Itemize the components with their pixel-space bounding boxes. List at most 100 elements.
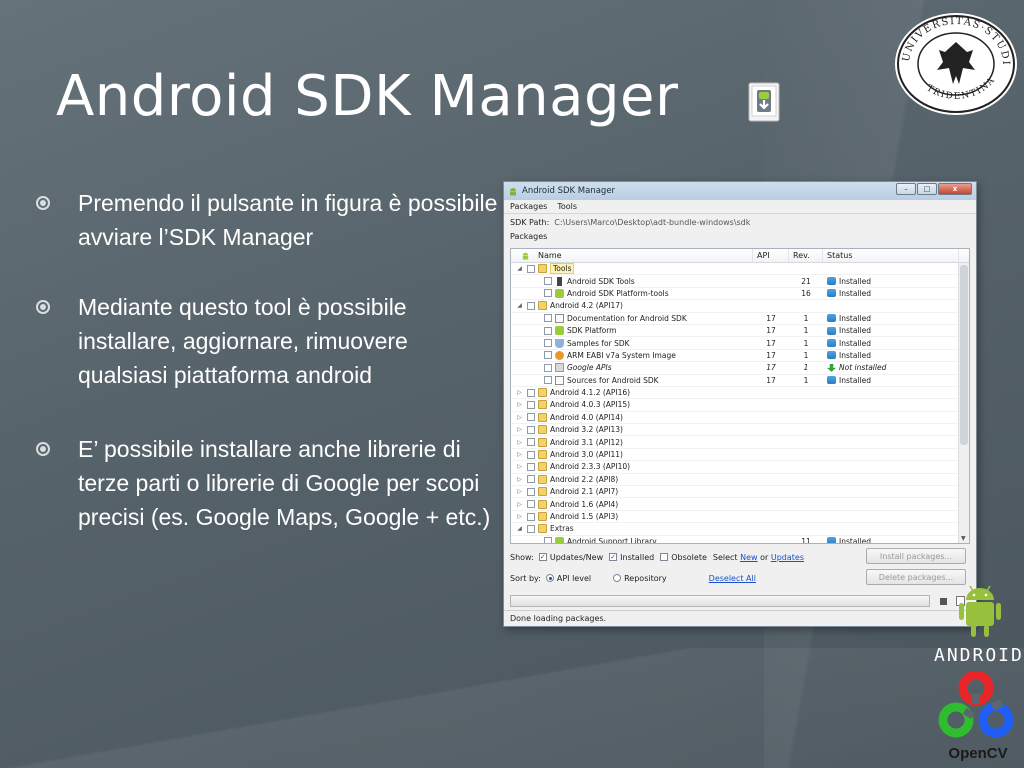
row-checkbox[interactable] — [544, 326, 552, 335]
row-checkbox[interactable] — [527, 500, 535, 509]
table-row[interactable]: ARM EABI v7a System Image 17 1 Installed — [511, 350, 959, 363]
column-header-rev[interactable]: Rev. — [789, 249, 823, 262]
column-header-name[interactable]: Name — [511, 249, 753, 262]
window-controls: – □ x — [896, 183, 972, 195]
row-checkbox[interactable] — [544, 339, 552, 348]
row-checkbox[interactable] — [544, 376, 552, 385]
updates-new-checkbox[interactable]: ✓ Updates/New — [538, 553, 603, 562]
vertical-scrollbar[interactable]: ▼ — [958, 263, 969, 543]
table-row[interactable]: Android Support Library 11 Installed — [511, 536, 959, 543]
folder-icon — [538, 512, 547, 521]
row-status-cell: Installed — [823, 326, 959, 335]
expand-arrow-icon[interactable]: ◢ — [515, 265, 524, 272]
row-name: Android 2.3.3 (API10) — [550, 462, 631, 472]
collapse-arrow-icon[interactable]: ▷ — [515, 426, 524, 433]
row-name-cell: Android SDK Tools — [511, 276, 753, 286]
row-checkbox[interactable] — [527, 487, 535, 496]
table-row[interactable]: Google APIs 17 1 Not installed — [511, 362, 959, 375]
table-row[interactable]: ▷ Android 4.0 (API14) — [511, 412, 959, 425]
row-checkbox[interactable] — [527, 264, 535, 273]
row-checkbox[interactable] — [544, 314, 552, 323]
bullet-item: Mediante questo tool è possibile install… — [36, 290, 498, 392]
maximize-button[interactable]: □ — [917, 183, 937, 195]
collapse-arrow-icon[interactable]: ▷ — [515, 501, 524, 508]
row-checkbox[interactable] — [527, 388, 535, 397]
install-packages-button[interactable]: Install packages... — [866, 548, 966, 564]
row-checkbox[interactable] — [527, 301, 535, 310]
select-updates-link[interactable]: Updates — [771, 553, 804, 562]
scroll-down-arrow-icon[interactable]: ▼ — [961, 535, 966, 542]
collapse-arrow-icon[interactable]: ▷ — [515, 414, 524, 421]
expand-arrow-icon[interactable]: ◢ — [515, 525, 524, 532]
close-button[interactable]: x — [938, 183, 972, 195]
collapse-arrow-icon[interactable]: ▷ — [515, 488, 524, 495]
table-row[interactable]: ▷ Android 2.2 (API8) — [511, 474, 959, 487]
android-wordmark: ANDROID — [934, 645, 1024, 666]
table-row[interactable]: ▷ Android 3.1 (API12) — [511, 436, 959, 449]
table-row[interactable]: ▷ Android 3.2 (API13) — [511, 424, 959, 437]
column-header-status[interactable]: Status — [823, 249, 959, 262]
table-row[interactable]: ▷ Android 1.6 (API4) — [511, 498, 959, 511]
table-row[interactable]: ▷ Android 4.0.3 (API15) — [511, 399, 959, 412]
collapse-arrow-icon[interactable]: ▷ — [515, 463, 524, 470]
row-checkbox[interactable] — [527, 462, 535, 471]
sdk-manager-launcher-icon — [748, 82, 780, 122]
column-header-api[interactable]: API — [753, 249, 789, 262]
row-checkbox[interactable] — [544, 537, 552, 543]
collapse-arrow-icon[interactable]: ▷ — [515, 439, 524, 446]
table-row[interactable]: ▷ Android 2.3.3 (API10) — [511, 461, 959, 474]
platform-icon — [555, 326, 564, 336]
row-status: Installed — [839, 326, 871, 336]
row-checkbox[interactable] — [544, 363, 552, 372]
row-api: 17 — [766, 326, 776, 336]
row-name: Extras — [550, 524, 574, 534]
table-row[interactable]: ▷ Android 1.5 (API3) — [511, 511, 959, 524]
table-row[interactable]: ◢ Extras — [511, 523, 959, 536]
installed-checkbox[interactable]: ✓ Installed — [609, 553, 654, 562]
menu-packages[interactable]: Packages — [510, 202, 547, 211]
collapse-arrow-icon[interactable]: ▷ — [515, 401, 524, 408]
table-row[interactable]: SDK Platform 17 1 Installed — [511, 325, 959, 338]
row-name: Android SDK Tools — [567, 276, 635, 286]
sort-api-level-radio[interactable]: API level — [545, 574, 591, 583]
android-icon — [522, 252, 529, 260]
table-row[interactable]: Android SDK Platform-tools 16 Installed — [511, 288, 959, 301]
row-checkbox[interactable] — [527, 512, 535, 521]
table-row[interactable]: ◢ Tools — [511, 263, 959, 276]
row-checkbox[interactable] — [527, 425, 535, 434]
obsolete-checkbox[interactable]: Obsolete — [660, 553, 707, 562]
minimize-button[interactable]: – — [896, 183, 916, 195]
row-name-cell: ▷ Android 4.0 (API14) — [511, 412, 753, 422]
row-checkbox[interactable] — [527, 450, 535, 459]
row-checkbox[interactable] — [527, 475, 535, 484]
menu-tools[interactable]: Tools — [557, 202, 577, 211]
table-row[interactable]: Documentation for Android SDK 17 1 Installe… — [511, 313, 959, 325]
installed-status-icon — [827, 376, 836, 385]
table-row[interactable]: ◢ Android 4.2 (API17) — [511, 300, 959, 313]
table-row[interactable]: Sources for Android SDK 17 1 Installed — [511, 375, 959, 387]
table-row[interactable]: ▷ Android 3.0 (API11) — [511, 449, 959, 462]
row-checkbox[interactable] — [544, 351, 552, 360]
table-row[interactable]: Android SDK Tools 21 Installed — [511, 275, 959, 288]
scrollbar-thumb[interactable] — [960, 265, 968, 445]
select-new-link[interactable]: New — [740, 553, 757, 562]
table-row[interactable]: ▷ Android 4.1.2 (API16) — [511, 387, 959, 400]
row-checkbox[interactable] — [527, 413, 535, 422]
row-checkbox[interactable] — [544, 289, 552, 298]
row-checkbox[interactable] — [527, 524, 535, 533]
collapse-arrow-icon[interactable]: ▷ — [515, 389, 524, 396]
row-checkbox[interactable] — [544, 277, 552, 286]
sort-repository-radio[interactable]: Repository — [613, 574, 667, 583]
row-checkbox[interactable] — [527, 438, 535, 447]
deselect-all-link[interactable]: Deselect All — [709, 574, 756, 583]
row-status-cell: Installed — [823, 537, 959, 543]
window-titlebar[interactable]: Android SDK Manager – □ x — [504, 182, 976, 200]
row-checkbox[interactable] — [527, 400, 535, 409]
expand-arrow-icon[interactable]: ◢ — [515, 302, 524, 309]
collapse-arrow-icon[interactable]: ▷ — [515, 451, 524, 458]
collapse-arrow-icon[interactable]: ▷ — [515, 476, 524, 483]
table-row[interactable]: Samples for SDK 17 1 Installed — [511, 337, 959, 350]
collapse-arrow-icon[interactable]: ▷ — [515, 513, 524, 520]
table-row[interactable]: ▷ Android 2.1 (API7) — [511, 486, 959, 499]
download-status-icon — [827, 363, 836, 372]
